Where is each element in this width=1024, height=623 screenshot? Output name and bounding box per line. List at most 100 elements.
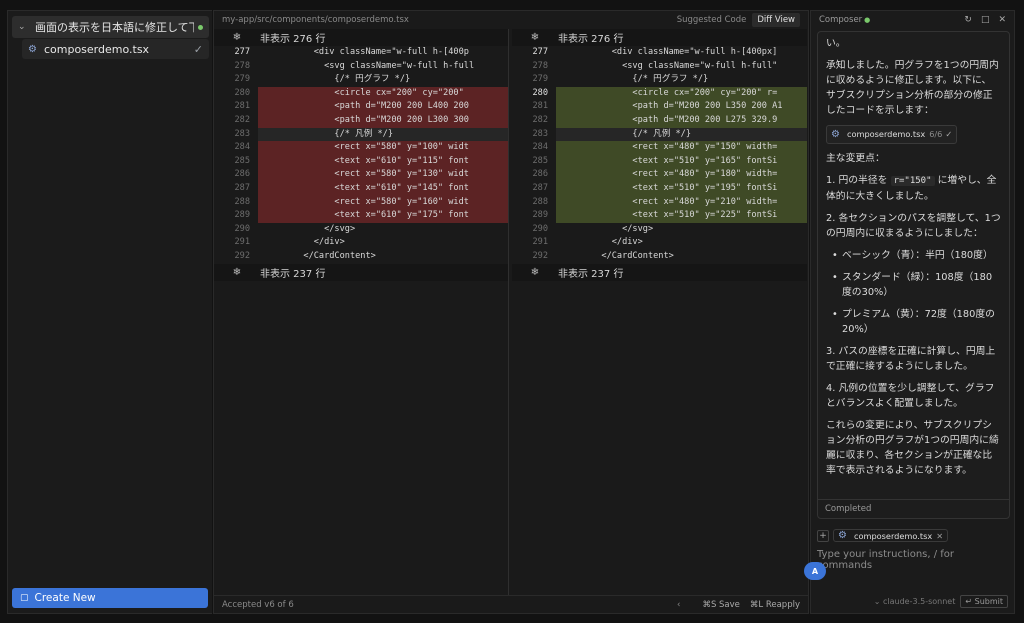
message-intro: 承知しました。円グラフを1つの円周内に収めるように修正します。以下に、サブスクリ… (826, 60, 999, 116)
composer-input-area: + ⚙ composerdemo.tsx ✕ Type your instruc… (817, 529, 1010, 571)
expand-icon[interactable]: ❄ (214, 32, 260, 43)
code-line[interactable]: 285 <text x="610" y="115" font (214, 154, 508, 169)
code-line[interactable]: 286 <rect x="580" y="130" widt (214, 168, 508, 182)
assistant-message: い。 承知しました。円グラフを1つの円周内に収めるように修正します。以下に、サブ… (817, 31, 1010, 519)
hidden-lines-bottom[interactable]: ❄ 非表示 237 行 (512, 263, 807, 281)
suggested-code-tab[interactable]: Suggested Code (677, 15, 747, 25)
change-item-2: 2. 各セクションのパスを調整して、1つの円周内に収まるようにしました： (826, 213, 1001, 239)
code-line[interactable]: 280 <circle cx="200" cy="200" r= (512, 86, 807, 101)
code-line[interactable]: 288 <rect x="480" y="210" width= (512, 195, 807, 210)
instruction-input[interactable]: Type your instructions, / for commands (817, 549, 1010, 571)
expand-icon[interactable]: ❄ (512, 32, 558, 43)
code-text: <text x="610" y="175" font (262, 209, 508, 223)
code-line[interactable]: 277 <div className="w-full h-[400p (214, 46, 508, 60)
code-line[interactable]: 291 </div> (512, 236, 807, 250)
avatar[interactable]: A (804, 562, 826, 580)
code-text: {/* 凡例 */} (262, 127, 508, 142)
line-number: 277 (532, 47, 548, 57)
message-partial: い。 (826, 38, 846, 49)
change-item-4: 4. 凡例の位置を少し調整して、グラフとバランスよく配置しました。 (826, 383, 995, 409)
create-new-button[interactable]: ▢ Create New (12, 588, 208, 608)
chevron-down-icon[interactable]: ⌄ (18, 22, 30, 32)
hidden-lines-top[interactable]: ❄ 非表示 276 行 (512, 29, 807, 46)
diff-header: my-app/src/components/composerdemo.tsx S… (214, 11, 808, 29)
code-line[interactable]: 287 <text x="610" y="145" font (214, 181, 508, 196)
code-line[interactable]: 278 <svg className="w-full h-full" (512, 60, 807, 74)
chevron-left-icon[interactable]: ‹ (677, 600, 680, 610)
bullet-item: スタンダード（緑）：108度（180度の30%） (826, 270, 1001, 300)
code-text: <div className="w-full h-[400px] (560, 47, 778, 57)
file-chip[interactable]: ⚙ composerdemo.tsx 6/6 ✓ (826, 125, 958, 144)
code-line[interactable]: 280 <circle cx="200" cy="200" (214, 86, 508, 101)
code-line[interactable]: 292 </CardContent> (512, 250, 807, 264)
file-path: my-app/src/components/composerdemo.tsx (222, 15, 409, 25)
code-text: <rect x="580" y="160" widt (262, 195, 508, 210)
code-line[interactable]: 282 <path d="M200 200 L275 329.9 (512, 113, 807, 128)
line-number: 283 (532, 128, 548, 139)
line-number: 278 (234, 60, 250, 71)
code-line[interactable]: 289 <text x="610" y="175" font (214, 209, 508, 223)
conversation-item[interactable]: ⌄ 画面の表示を日本語に修正して下... (12, 16, 209, 38)
remove-icon[interactable]: ✕ (936, 531, 943, 541)
diff-view-tab[interactable]: Diff View (752, 13, 800, 27)
history-icon[interactable]: ↻ (964, 15, 972, 25)
code-text: </svg> (560, 223, 654, 234)
code-text: <path d="M200 200 L275 329.9 (560, 113, 807, 128)
accepted-status: Accepted v6 of 6 (222, 599, 294, 610)
code-text: <circle cx="200" cy="200" r= (560, 86, 807, 101)
sidebar-file-item[interactable]: ⚙ composerdemo.tsx ✓ (22, 39, 209, 59)
code-line[interactable]: 287 <text x="510" y="195" fontSi (512, 181, 807, 196)
close-icon[interactable]: ✕ (998, 15, 1006, 25)
code-line[interactable]: 285 <text x="510" y="165" fontSi (512, 154, 807, 169)
changes-heading: 主な変更点： (826, 153, 885, 164)
code-text: <div className="w-full h-[400p (262, 47, 469, 57)
maximize-icon[interactable]: □ (981, 15, 990, 25)
code-text: </div> (262, 237, 345, 248)
line-number: 286 (234, 169, 250, 180)
code-line[interactable]: 283 {/* 凡例 */} (512, 127, 807, 142)
add-context-button[interactable]: + (817, 529, 829, 542)
code-line[interactable]: 281 <path d="M200 200 L350 200 A1 (512, 100, 807, 114)
model-selector[interactable]: ⌄ claude-3.5-sonnet (874, 597, 956, 606)
code-line[interactable]: 278 <svg className="w-full h-full (214, 60, 508, 74)
code-line[interactable]: 284 <rect x="580" y="100" widt (214, 141, 508, 155)
hidden-lines-label: 非表示 276 行 (260, 34, 326, 45)
code-line[interactable]: 290 </svg> (214, 223, 508, 237)
code-line[interactable]: 286 <rect x="480" y="180" width= (512, 168, 807, 182)
hidden-lines-bottom[interactable]: ❄ 非表示 237 行 (214, 263, 508, 281)
diff-editor: my-app/src/components/composerdemo.tsx S… (213, 10, 809, 614)
expand-icon[interactable]: ❄ (512, 267, 558, 278)
submit-button[interactable]: ↵ Submit (960, 595, 1008, 608)
code-line[interactable]: 282 <path d="M200 200 L300 300 (214, 113, 508, 128)
composer-title: Composer ● (819, 15, 871, 25)
reapply-button[interactable]: ⌘L Reapply (750, 600, 800, 610)
line-number: 292 (234, 250, 250, 261)
code-text: </svg> (262, 223, 356, 234)
code-line[interactable]: 289 <text x="510" y="225" fontSi (512, 209, 807, 223)
line-number: 288 (234, 196, 250, 207)
code-line[interactable]: 292 </CardContent> (214, 250, 508, 264)
line-number: 286 (532, 169, 548, 180)
code-line[interactable]: 281 <path d="M200 200 L400 200 (214, 100, 508, 114)
code-text: <path d="M200 200 L400 200 (262, 100, 508, 114)
context-file-chip[interactable]: ⚙ composerdemo.tsx ✕ (833, 529, 949, 542)
diff-footer: Accepted v6 of 6 ‹ ⌘S Save ⌘L Reapply (214, 595, 808, 613)
save-button[interactable]: ⌘S Save (702, 600, 739, 610)
code-line[interactable]: 283 {/* 凡例 */} (214, 127, 508, 142)
hidden-lines-top[interactable]: ❄ 非表示 276 行 (214, 29, 508, 46)
code-line[interactable]: 284 <rect x="480" y="150" width= (512, 141, 807, 155)
completed-status: Completed (817, 499, 1010, 519)
gear-icon: ⚙ (831, 129, 840, 140)
code-line[interactable]: 291 </div> (214, 236, 508, 250)
expand-icon[interactable]: ❄ (214, 267, 260, 278)
code-line[interactable]: 290 </svg> (512, 223, 807, 237)
code-text: <text x="610" y="115" font (262, 154, 508, 169)
code-line[interactable]: 279 {/* 円グラフ */} (214, 73, 508, 87)
code-text: </div> (560, 237, 643, 248)
sidebar: ⌄ 画面の表示を日本語に修正して下... ⚙ composerdemo.tsx … (7, 10, 212, 614)
code-line[interactable]: 288 <rect x="580" y="160" widt (214, 195, 508, 210)
message-conclusion: これらの変更により、サブスクリプション分析の円グラフが1つの円周内に綺麗に収まり… (826, 420, 999, 476)
code-line[interactable]: 277 <div className="w-full h-[400px] (512, 46, 807, 60)
check-icon: ✓ (945, 129, 953, 139)
code-line[interactable]: 279 {/* 円グラフ */} (512, 73, 807, 87)
